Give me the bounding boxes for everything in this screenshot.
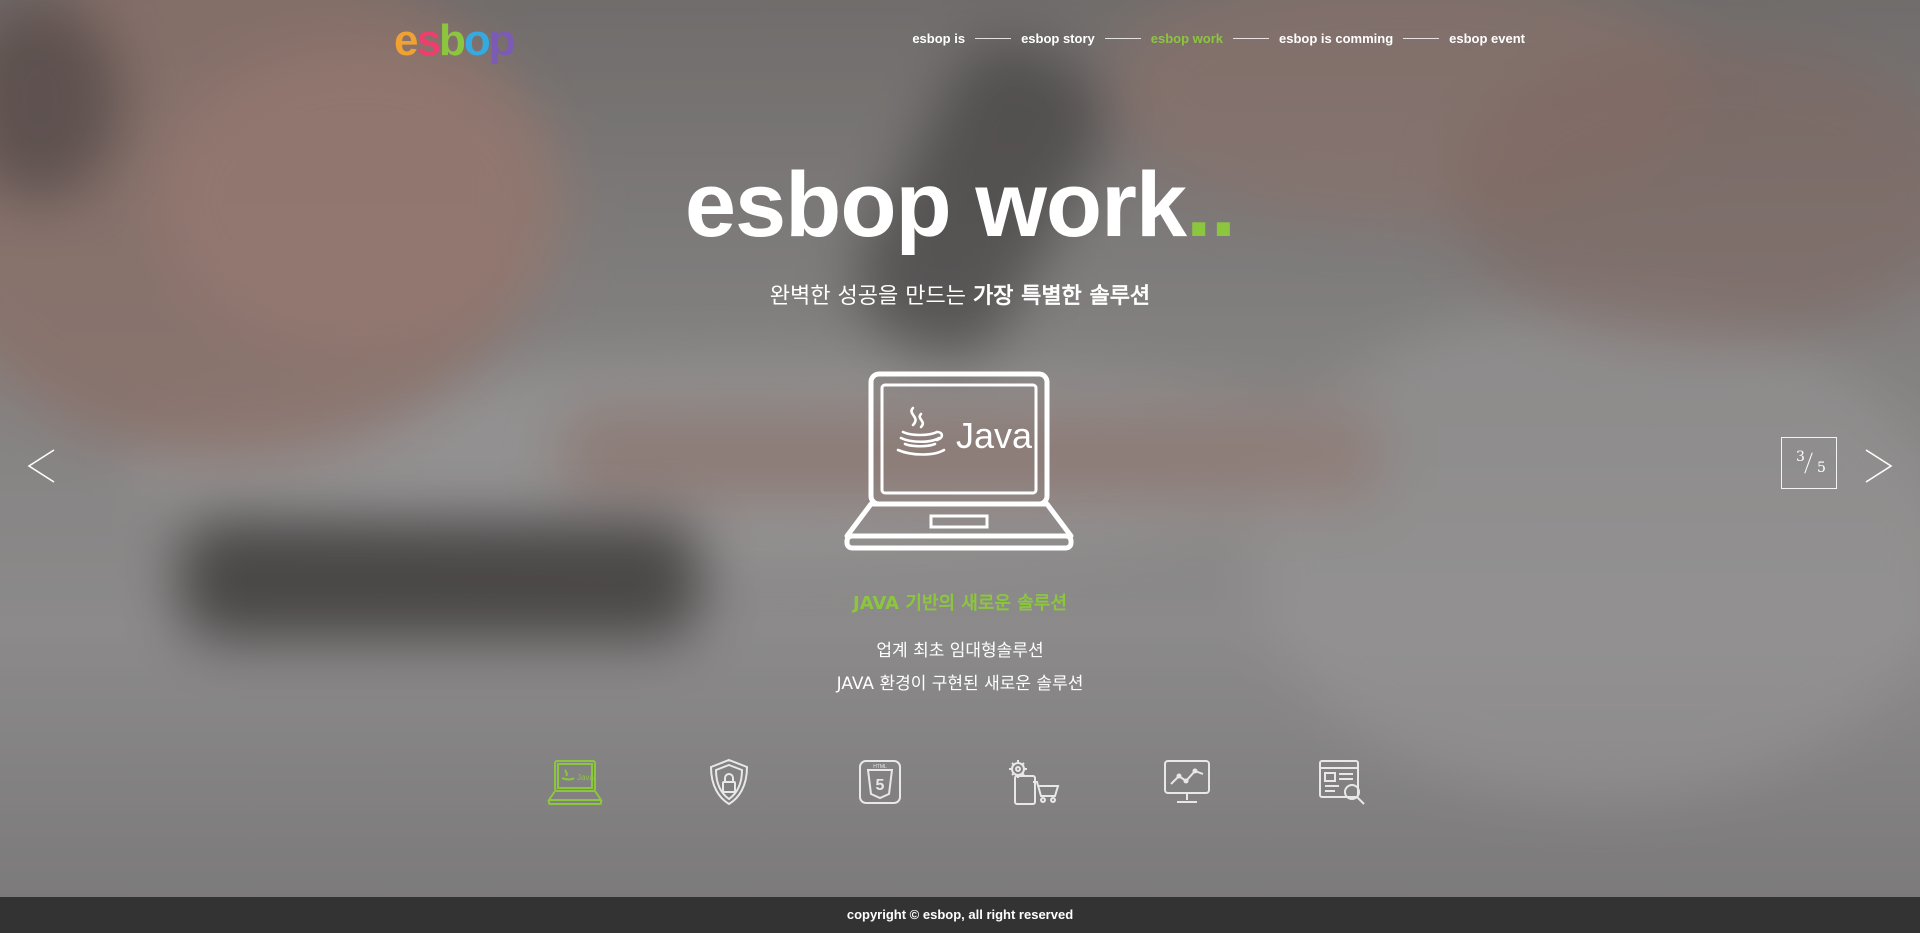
- settings-cart-icon[interactable]: [1005, 758, 1061, 806]
- subtitle-light: 완벽한 성공을 만드는: [769, 284, 973, 309]
- hero-subtitle: 완벽한 성공을 만드는 가장 특별한 솔루션: [0, 282, 1920, 312]
- nav-item-esbop-event[interactable]: esbop event: [1449, 31, 1525, 46]
- html5-icon[interactable]: HTML 5: [852, 758, 908, 806]
- nav-divider: [1233, 38, 1269, 39]
- slide-counter-slash: [1804, 452, 1813, 474]
- slide-total: 5: [1817, 460, 1826, 476]
- page-title-text: esbop work: [684, 154, 1187, 256]
- feature-line: JAVA 환경이 구현된 새로운 솔루션: [836, 674, 1084, 694]
- nav-divider: [975, 38, 1012, 39]
- main-nav: esbop is esbop story esbop work esbop is…: [912, 31, 1525, 46]
- nav-item-esbop-is[interactable]: esbop is: [912, 31, 965, 46]
- feature-title: JAVA 기반의 새로운 솔루션: [853, 593, 1067, 614]
- svg-text:HTML: HTML: [873, 764, 887, 770]
- laptop-screen-label: Java: [956, 415, 1033, 456]
- security-shield-icon[interactable]: [701, 758, 757, 806]
- svg-text:Java: Java: [577, 773, 594, 782]
- prev-slide-button[interactable]: [24, 446, 58, 486]
- feature-icon-row: Java HTML 5: [0, 758, 1920, 808]
- document-search-icon[interactable]: [1314, 758, 1370, 806]
- footer: copyright © esbop, all right reserved: [0, 897, 1920, 933]
- java-laptop-icon[interactable]: Java: [547, 758, 603, 806]
- page-title-dots: ..: [1186, 154, 1236, 256]
- slide-counter: 3 5: [1781, 437, 1837, 489]
- svg-text:5: 5: [876, 777, 885, 794]
- nav-item-esbop-story[interactable]: esbop story: [1021, 31, 1095, 46]
- chevron-right-icon: [1865, 449, 1893, 483]
- copyright-text: copyright © esbop, all right reserved: [846, 907, 1074, 922]
- nav-item-esbop-work[interactable]: esbop work: [1151, 31, 1223, 46]
- feature-line: 업계 최초 임대형솔루션: [876, 641, 1044, 661]
- next-slide-button[interactable]: [1862, 446, 1896, 486]
- java-laptop-icon: Java: [844, 371, 1074, 551]
- slide-current: 3: [1796, 449, 1805, 465]
- page-title: esbop work..: [0, 150, 1920, 260]
- nav-divider: [1403, 38, 1440, 39]
- nav-divider: [1104, 38, 1141, 39]
- chart-monitor-icon[interactable]: [1159, 758, 1215, 806]
- subtitle-bold: 가장 특별한 솔루션: [972, 284, 1151, 309]
- chevron-left-icon: [27, 449, 55, 483]
- nav-item-esbop-is-comming[interactable]: esbop is comming: [1279, 31, 1393, 46]
- esbop-logo[interactable]: esbop: [394, 17, 516, 65]
- feature-description: 업계 최초 임대형솔루션 JAVA 환경이 구현된 새로운 솔루션: [0, 635, 1920, 701]
